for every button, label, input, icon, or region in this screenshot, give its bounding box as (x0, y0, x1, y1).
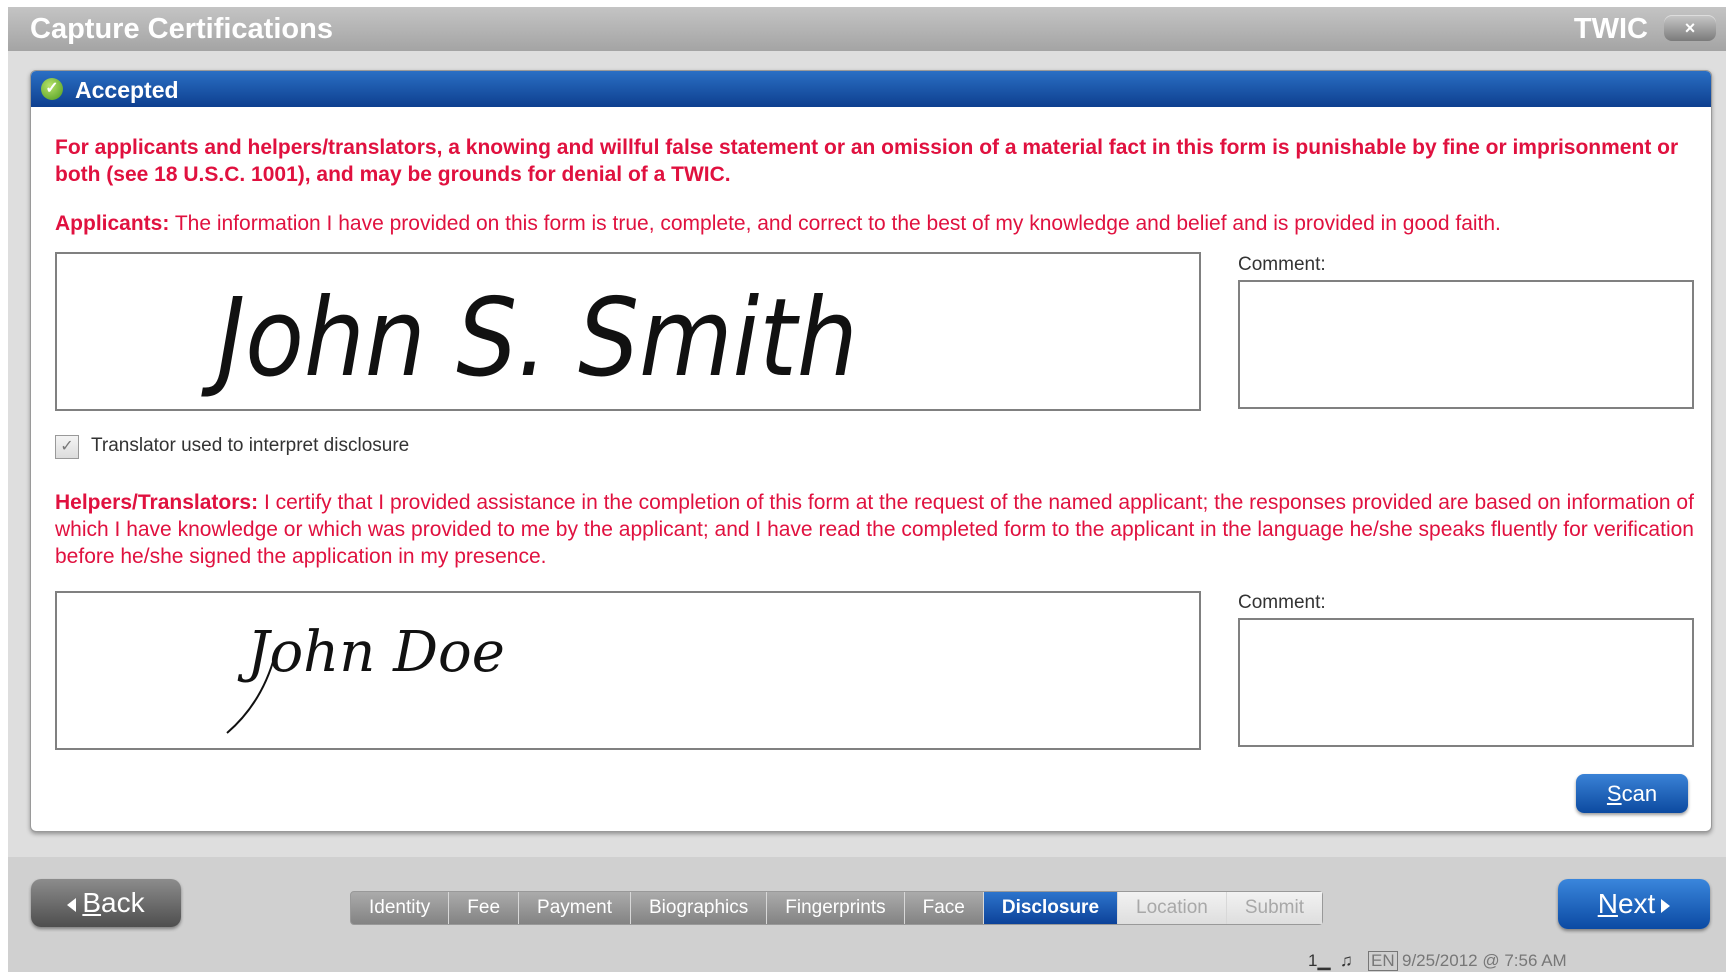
headset-icon[interactable]: ♫ (1340, 950, 1353, 972)
close-button[interactable]: × (1664, 15, 1716, 41)
warning-text: For applicants and helpers/translators, … (55, 136, 1679, 186)
window-title: Capture Certifications (30, 13, 333, 45)
step-disclosure[interactable]: Disclosure (983, 892, 1119, 924)
helpers-statement: Helpers/Translators: I certify that I pr… (55, 489, 1695, 570)
footer-nav: Back Identity Fee Payment Biographics Finger… (8, 857, 1726, 950)
translator-checkbox-label: Translator used to interpret disclosure (91, 435, 410, 456)
next-button[interactable]: Next (1558, 879, 1710, 929)
status-bar: 1▁ ♫ EN 9/25/2012 @ 7:56 AM (8, 950, 1726, 972)
helper-comment-field[interactable] (1238, 618, 1694, 747)
app-window: Capture Certifications TWIC × ✓ Accepted… (8, 7, 1726, 972)
applicant-signature-box[interactable]: John S. Smith (55, 252, 1201, 411)
accepted-check-icon: ✓ (41, 78, 63, 100)
helpers-label: Helpers/Translators: (55, 491, 259, 514)
applicant-comment-field[interactable] (1238, 280, 1694, 409)
helper-comment-label: Comment: (1238, 592, 1326, 613)
language-indicator[interactable]: EN (1368, 951, 1398, 971)
main-area: ✓ Accepted For applicants and helpers/tr… (8, 51, 1726, 857)
applicant-comment-label: Comment: (1238, 254, 1326, 275)
back-label: Back (82, 887, 145, 918)
panel-header: ✓ Accepted (31, 71, 1711, 107)
step-location: Location (1118, 892, 1227, 924)
step-biographics[interactable]: Biographics (631, 892, 768, 924)
step-payment[interactable]: Payment (519, 892, 631, 924)
helpers-text: I certify that I provided assistance in … (55, 491, 1694, 568)
step-identity[interactable]: Identity (351, 892, 450, 924)
back-arrow-icon (67, 897, 77, 912)
helper-signature: John Doe (226, 620, 505, 734)
queue-count: 1 (1308, 951, 1318, 970)
applicant-signature: John S. Smith (201, 276, 858, 402)
certification-panel: ✓ Accepted For applicants and helpers/tr… (30, 70, 1712, 832)
applicant-signature-text: John S. Smith (201, 276, 858, 402)
step-fingerprints[interactable]: Fingerprints (767, 892, 905, 924)
app-name: TWIC (1573, 13, 1648, 45)
translator-checkbox[interactable]: ✓ (55, 435, 79, 459)
next-arrow-icon (1661, 898, 1671, 913)
title-bar: Capture Certifications TWIC × (8, 7, 1726, 51)
applicants-text: The information I have provided on this … (174, 212, 1501, 235)
helper-signature-text: John Doe (237, 620, 505, 685)
applicants-label: Applicants: (55, 212, 170, 235)
step-progress: Identity Fee Payment Biographics Fingerprint… (350, 891, 1323, 925)
panel-status: Accepted (75, 77, 179, 103)
step-face[interactable]: Face (905, 892, 984, 924)
next-label: Next (1597, 888, 1656, 919)
scan-button[interactable]: Scan (1576, 774, 1688, 813)
step-fee[interactable]: Fee (449, 892, 520, 924)
applicants-statement: Applicants: The information I have provi… (55, 210, 1695, 237)
back-button[interactable]: Back (31, 879, 181, 927)
helper-signature-box[interactable]: John Doe (55, 591, 1201, 750)
step-submit: Submit (1226, 892, 1322, 924)
datetime: 9/25/2012 @ 7:56 AM (1402, 951, 1567, 970)
queue-icon[interactable]: 1▁ (1308, 950, 1331, 972)
